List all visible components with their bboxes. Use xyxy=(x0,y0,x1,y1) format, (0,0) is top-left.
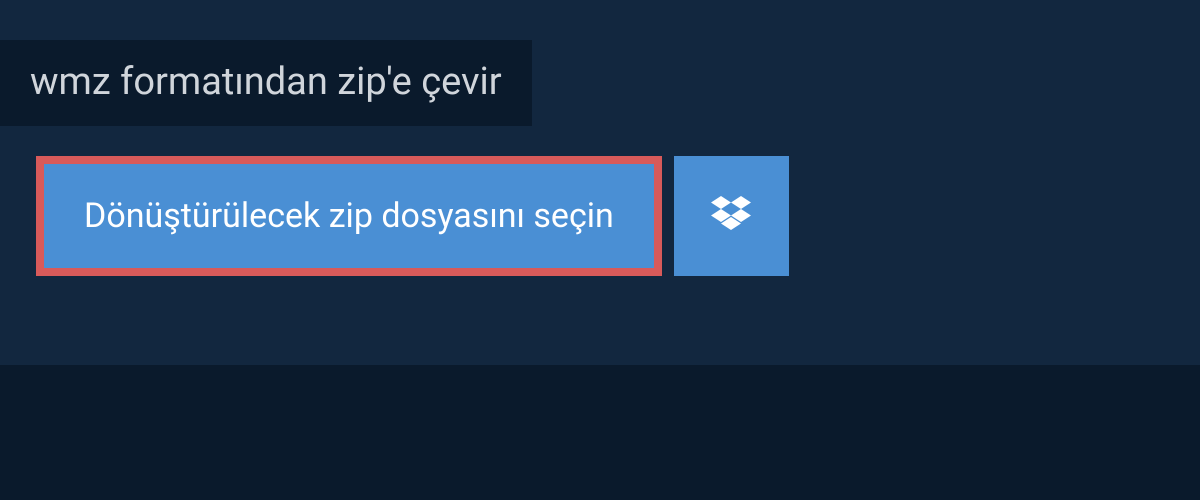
dropbox-icon xyxy=(711,196,751,236)
title-bar: wmz formatından zip'e çevir xyxy=(0,40,532,126)
page-title: wmz formatından zip'e çevir xyxy=(30,60,502,104)
dropbox-button[interactable] xyxy=(674,156,789,276)
select-file-label: Dönüştürülecek zip dosyasını seçin xyxy=(84,196,614,236)
select-file-button[interactable]: Dönüştürülecek zip dosyasını seçin xyxy=(36,156,662,276)
bottom-panel xyxy=(0,365,1200,500)
button-row: Dönüştürülecek zip dosyasını seçin xyxy=(36,156,1200,276)
